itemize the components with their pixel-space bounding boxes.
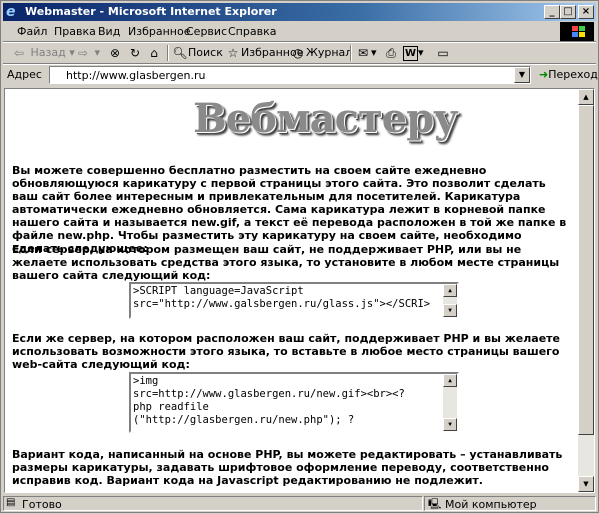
search-button[interactable]: 🔍︎Поиск [172,45,222,61]
menu-favorites[interactable]: Избранное [128,25,190,38]
close-button[interactable]: × [578,5,594,19]
status-panel: ▤ Готово [3,496,423,511]
back-arrow-icon: ⇦ [13,46,25,60]
word-icon: W [403,45,418,61]
no-php-text: Если сервер, на котором размещен ваш сай… [12,243,560,282]
go-arrow-icon: ➜ [539,68,549,81]
status-text: Готово [22,498,62,511]
print-button[interactable]: ⎙ [383,45,399,61]
scroll-down-icon[interactable]: ▼ [443,418,457,431]
page-logo: Вебмастеру [193,95,459,142]
page-icon: ▤ [6,497,16,508]
scroll-up-icon[interactable]: ▲ [443,374,457,387]
discuss-button[interactable]: ▭ [435,45,451,61]
menu-tools[interactable]: Сервис [186,25,227,38]
computer-icon: 🖳︎ [428,499,442,510]
forward-button[interactable]: ⇨ ▾ [75,45,100,61]
browser-window: e Webmaster - Microsoft Internet Explore… [0,0,599,513]
toolbar-separator [167,45,169,61]
menu-help[interactable]: Справка [228,25,276,38]
mail-icon: ✉ [357,46,369,60]
print-icon: ⎙ [386,46,396,60]
menu-file[interactable]: Файл [17,25,47,38]
stop-icon: ⊗ [109,46,121,60]
windows-flag-icon [560,22,594,41]
mail-button[interactable]: ✉ ▾ [355,45,377,61]
address-bar: Адрес http://www.glasbergen.ru ▼ ➜Перехо… [3,65,598,85]
home-button[interactable]: ⌂ [146,45,162,61]
stop-button[interactable]: ⊗ [107,45,123,61]
zone-text: Мой компьютер [445,498,537,511]
zone-panel: 🖳︎ Мой компьютер [424,496,596,511]
toolbar: ⇦ Назад ▾ ⇨ ▾ ⊗ ↻ ⌂ 🔍︎Поиск ☆ Избранное ◷… [3,43,596,63]
php-code: >img src=http://www.glasbergen.ru/new.gi… [133,375,405,426]
footer-text: Вариант кода, написанный на основе PHP, … [12,448,563,487]
php-code-scrollbar[interactable]: ▲ ▼ [443,374,457,431]
php-text: Если же сервер, на котором расположен ва… [12,332,561,371]
scroll-up-icon[interactable]: ▲ [443,284,457,297]
js-code-scrollbar[interactable]: ▲ ▼ [443,284,457,317]
edit-word-button[interactable]: W ▾ [403,45,424,61]
go-button[interactable]: ➜Переход [539,68,598,81]
address-label: Адрес [7,68,42,81]
scroll-down-button[interactable]: ▼ [578,476,594,492]
address-dropdown-button[interactable]: ▼ [514,67,530,83]
window-title: Webmaster - Microsoft Internet Explorer [25,5,277,18]
intro-text: Вы можете совершенно бесплатно разместит… [12,164,567,255]
ie-logo-icon: e [6,4,16,20]
address-url: http://www.glasbergen.ru [66,69,206,82]
scroll-thumb[interactable] [578,105,594,435]
maximize-button[interactable]: □ [560,5,576,19]
address-input[interactable]: http://www.glasbergen.ru ▼ [49,66,531,84]
search-icon: 🔍︎ [172,46,188,60]
history-button[interactable]: ◷ Журнал [290,45,353,61]
discuss-icon: ▭ [437,46,449,60]
toolbar-separator [350,45,352,61]
menu-edit[interactable]: Правка [54,25,96,38]
refresh-icon: ↻ [129,46,141,60]
menu-view[interactable]: Вид [98,25,120,38]
title-bar[interactable]: e Webmaster - Microsoft Internet Explore… [3,3,596,21]
forward-arrow-icon: ⇨ [77,46,89,60]
js-code-textarea[interactable]: >SCRIPT language=JavaScript src="http://… [129,282,459,319]
status-bar: ▤ Готово 🖳︎ Мой компьютер [3,495,596,512]
page-scrollbar[interactable]: ▲ ▼ [578,89,594,492]
home-icon: ⌂ [150,46,158,60]
php-code-textarea[interactable]: >img src=http://www.glasbergen.ru/new.gi… [129,372,459,433]
minimize-button[interactable]: _ [544,5,560,19]
page-content: Вебмастеру Вы можете совершенно бесплатн… [4,88,595,493]
history-icon: ◷ [292,46,304,60]
back-button[interactable]: ⇦ Назад ▾ [11,45,75,61]
js-code: >SCRIPT language=JavaScript src="http://… [133,285,431,310]
scroll-down-icon[interactable]: ▼ [443,304,457,317]
favorites-icon: ☆ [227,46,239,60]
menu-bar: Файл Правка Вид Избранное Сервис Справка [3,22,596,41]
refresh-button[interactable]: ↻ [127,45,143,61]
scroll-up-button[interactable]: ▲ [578,89,594,105]
